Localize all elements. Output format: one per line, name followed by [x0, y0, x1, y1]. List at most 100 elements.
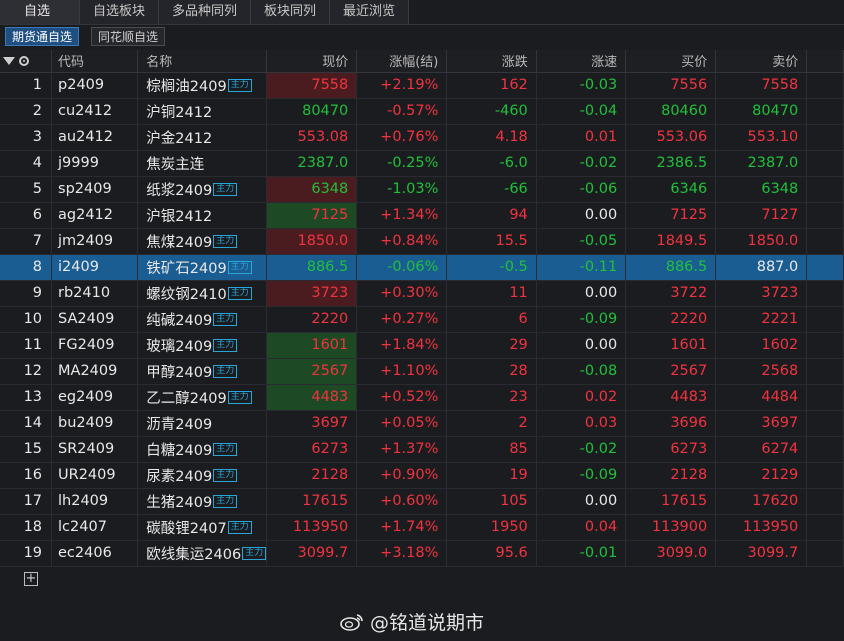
change-pct: -0.25% — [356, 150, 448, 177]
bid-price: 2386.5 — [625, 150, 717, 177]
speed: -0.11 — [536, 254, 627, 281]
main-contract-badge: 主力 — [213, 339, 238, 352]
empty-cell — [806, 358, 844, 385]
col-speed[interactable]: 涨速 — [536, 50, 627, 73]
row-index: 19 — [0, 540, 53, 567]
bid-price: 113900 — [625, 514, 717, 541]
ask-price: 1850.0 — [715, 228, 808, 255]
col-name[interactable]: 名称 — [137, 50, 268, 73]
change: -0.5 — [446, 254, 537, 281]
tab-watchlist[interactable]: 自选 — [0, 0, 80, 24]
col-bid[interactable]: 买价 — [625, 50, 717, 73]
speed: 0.02 — [536, 384, 627, 411]
row-index: 14 — [0, 410, 53, 437]
empty-cell — [806, 202, 844, 229]
main-contract-badge: 主力 — [227, 521, 252, 534]
subtab-tonghuashun-watchlist[interactable]: 同花顺自选 — [91, 27, 166, 46]
change: -6.0 — [446, 150, 537, 177]
row-index: 1 — [0, 72, 53, 99]
speed: 0.00 — [536, 332, 627, 359]
settings-icon[interactable] — [19, 55, 29, 66]
bid-price: 17615 — [625, 488, 717, 515]
symbol-name-cell: 纯碱2409 主力 — [137, 306, 268, 333]
tab-recent[interactable]: 最近浏览 — [330, 0, 410, 24]
table-row[interactable]: 8 i2409 铁矿石2409 主力 886.5 -0.06% -0.5 -0.11 886.5… — [0, 254, 844, 281]
table-row[interactable]: 1 p2409 棕榈油2409 主力 7558 +2.19% 162 -0.03 7556 755… — [0, 72, 844, 99]
table-row[interactable]: 11 FG2409 玻璃2409 主力 1601 +1.84% 29 0.00 1601 1602 — [0, 332, 844, 359]
symbol-name-cell: 螺纹钢2410 主力 — [137, 280, 268, 307]
row-index: 8 — [0, 254, 53, 281]
col-code[interactable]: 代码 — [51, 50, 139, 73]
col-change-pct[interactable]: 涨幅(结) — [356, 50, 448, 73]
last-price: 3099.7 — [266, 540, 358, 567]
add-row-icon[interactable]: + — [24, 572, 38, 586]
table-row[interactable]: 19 ec2406 欧线集运2406 主力 3099.7 +3.18% 95.6 -0.01 3… — [0, 540, 844, 567]
speed: -0.04 — [536, 98, 627, 125]
change: 28 — [446, 358, 537, 385]
bid-price: 2128 — [625, 462, 717, 489]
row-index: 11 — [0, 332, 53, 359]
ask-price: 553.10 — [715, 124, 808, 151]
table-row[interactable]: 14 bu2409 沥青2409 3697 +0.05% 2 0.03 3696 3697 — [0, 410, 844, 437]
symbol-name: 焦煤2409 — [146, 234, 213, 251]
last-price: 2220 — [266, 306, 358, 333]
table-row[interactable]: 15 SR2409 白糖2409 主力 6273 +1.37% 85 -0.02 6273 627… — [0, 436, 844, 463]
table-row[interactable]: 10 SA2409 纯碱2409 主力 2220 +0.27% 6 -0.09 2220 2221 — [0, 306, 844, 333]
tab-multi-symbol[interactable]: 多品种同列 — [159, 0, 252, 24]
col-change[interactable]: 涨跌 — [446, 50, 537, 73]
table-row[interactable]: 6 ag2412 沪银2412 7125 +1.34% 94 0.00 7125 7127 — [0, 202, 844, 229]
symbol-name-cell: 沪金2412 — [137, 124, 268, 151]
table-row[interactable]: 17 lh2409 生猪2409 主力 17615 +0.60% 105 0.00 17615 1… — [0, 488, 844, 515]
symbol-code: lh2409 — [51, 488, 139, 515]
symbol-name: 欧线集运2406 — [146, 546, 242, 563]
symbol-name-cell: 乙二醇2409 主力 — [137, 384, 268, 411]
symbol-name-cell: 生猪2409 主力 — [137, 488, 268, 515]
symbol-name: 尿素2409 — [146, 468, 213, 485]
table-row[interactable]: 4 j9999 焦炭主连 2387.0 -0.25% -6.0 -0.02 2386.5 238… — [0, 150, 844, 177]
change: 2 — [446, 410, 537, 437]
main-contract-badge: 主力 — [227, 79, 252, 92]
main-contract-badge: 主力 — [227, 261, 252, 274]
table-row[interactable]: 2 cu2412 沪铜2412 80470 -0.57% -460 -0.04 80460 80… — [0, 98, 844, 125]
tab-watchlist-sectors[interactable]: 自选板块 — [80, 0, 160, 24]
symbol-code: sp2409 — [51, 176, 139, 203]
last-price: 1601 — [266, 332, 358, 359]
table-row[interactable]: 16 UR2409 尿素2409 主力 2128 +0.90% 19 -0.09 2128 212… — [0, 462, 844, 489]
symbol-name: 纯碱2409 — [146, 312, 213, 329]
change-pct: +1.10% — [356, 358, 448, 385]
main-contract-badge: 主力 — [213, 313, 238, 326]
bid-price: 1601 — [625, 332, 717, 359]
table-row[interactable]: 9 rb2410 螺纹钢2410 主力 3723 +0.30% 11 0.00 3722 3723 — [0, 280, 844, 307]
empty-cell — [806, 98, 844, 125]
table-row[interactable]: 7 jm2409 焦煤2409 主力 1850.0 +0.84% 15.5 -0.05 1849… — [0, 228, 844, 255]
symbol-code: eg2409 — [51, 384, 139, 411]
col-ask[interactable]: 卖价 — [715, 50, 808, 73]
table-row[interactable]: 13 eg2409 乙二醇2409 主力 4483 +0.52% 23 0.02 4483 448… — [0, 384, 844, 411]
table-row[interactable]: 5 sp2409 纸浆2409 主力 6348 -1.03% -66 -0.06 6346 634… — [0, 176, 844, 203]
row-index: 15 — [0, 436, 53, 463]
table-row[interactable]: 12 MA2409 甲醇2409 主力 2567 +1.10% 28 -0.08 2567 256… — [0, 358, 844, 385]
speed: -0.09 — [536, 462, 627, 489]
last-price: 3697 — [266, 410, 358, 437]
last-price: 6348 — [266, 176, 358, 203]
subtab-qihuotong-watchlist[interactable]: 期货通自选 — [5, 27, 80, 46]
main-contract-badge: 主力 — [213, 365, 238, 378]
tab-sector-list[interactable]: 板块同列 — [251, 0, 331, 24]
empty-cell — [806, 436, 844, 463]
speed: -0.06 — [536, 176, 627, 203]
col-price[interactable]: 现价 — [266, 50, 358, 73]
filter-icon[interactable] — [3, 56, 15, 65]
symbol-name: 甲醇2409 — [146, 364, 213, 381]
table-row[interactable]: 3 au2412 沪金2412 553.08 +0.76% 4.18 0.01 553.06 5… — [0, 124, 844, 151]
symbol-code: FG2409 — [51, 332, 139, 359]
change-pct: +0.60% — [356, 488, 448, 515]
ask-price: 6348 — [715, 176, 808, 203]
table-row[interactable]: 18 lc2407 碳酸锂2407 主力 113950 +1.74% 1950 0.04 113… — [0, 514, 844, 541]
ask-price: 80470 — [715, 98, 808, 125]
symbol-name: 沪银2412 — [146, 208, 213, 225]
symbol-name: 沪铜2412 — [146, 104, 213, 121]
last-price: 1850.0 — [266, 228, 358, 255]
speed: 0.00 — [536, 488, 627, 515]
bid-price: 6273 — [625, 436, 717, 463]
symbol-name-cell: 玻璃2409 主力 — [137, 332, 268, 359]
